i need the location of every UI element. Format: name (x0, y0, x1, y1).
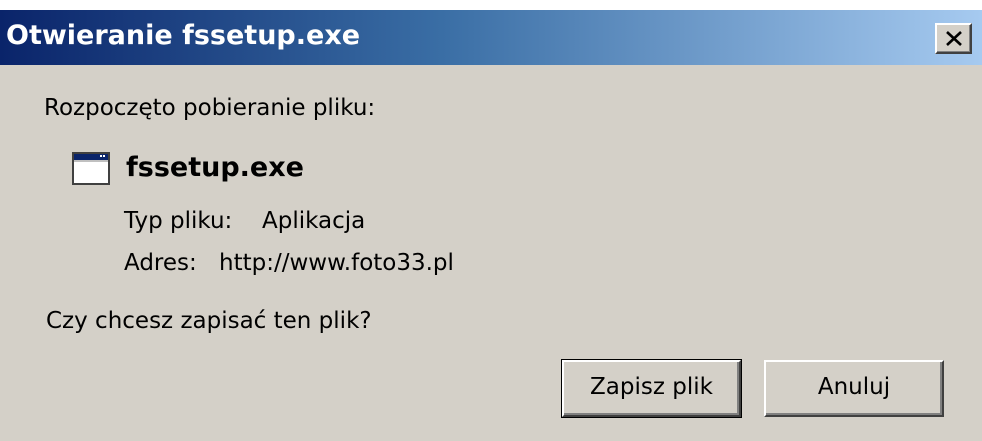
file-address-label: Adres: (124, 250, 197, 276)
title-bar[interactable]: Otwieranie fssetup.exe (0, 10, 982, 65)
application-window-icon (72, 152, 110, 185)
file-type-label: Typ pliku: (124, 208, 233, 234)
download-intro-text: Rozpoczęto pobieranie pliku: (44, 95, 376, 121)
cancel-button[interactable]: Anuluj (764, 360, 944, 417)
close-icon (946, 31, 962, 46)
window-title: Otwieranie fssetup.exe (6, 20, 361, 51)
file-download-dialog: Otwieranie fssetup.exe Rozpoczęto pobier… (0, 10, 982, 441)
file-name: fssetup.exe (126, 152, 304, 183)
close-button[interactable] (935, 23, 972, 54)
file-address-value: http://www.foto33.pl (219, 250, 454, 276)
save-file-button[interactable]: Zapisz plik (561, 359, 742, 418)
file-type-value: Aplikacja (262, 208, 366, 234)
save-question-text: Czy chcesz zapisać ten plik? (46, 308, 372, 334)
